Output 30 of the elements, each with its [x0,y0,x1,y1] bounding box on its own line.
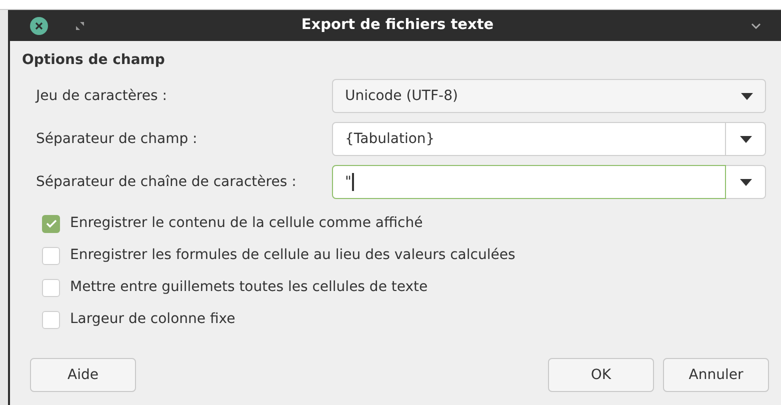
text-cursor [352,173,354,191]
combo-input-field[interactable]: " [332,165,726,199]
checkmark-icon [46,219,56,228]
dropdown-caret-icon [741,92,753,100]
field-label: Séparateur de champ : [36,130,198,148]
close-icon [35,22,43,30]
checkbox-label: Enregistrer les formules de cellule au lieu des valeurs calculées [70,246,516,265]
dialog-button[interactable]: Annuler [663,358,769,392]
field-label: Séparateur de chaîne de caractères : [36,172,298,192]
dropdown-caret-icon [740,136,752,142]
dropdown-select[interactable]: Unicode (UTF-8) [332,79,766,113]
checkbox[interactable] [42,310,60,328]
checkbox-label: Mettre entre guillemets toutes les cellules de texte [70,278,428,297]
window-title: Export de fichiers texte [301,16,494,35]
checkbox[interactable] [42,214,60,232]
dropdown-button[interactable] [726,165,766,199]
checkbox[interactable] [42,246,60,264]
checkbox-label: Largeur de colonne fixe [70,310,236,329]
dialog-button[interactable]: OK [548,358,654,392]
dropdown-caret-icon [740,178,752,186]
help-button[interactable]: Aide [30,358,136,392]
field-label: Jeu de caractères : [36,86,168,106]
checkbox[interactable] [42,278,60,296]
chevron-down-icon[interactable] [751,22,761,28]
section-title: Options de champ [22,51,166,70]
restore-icon[interactable] [76,22,84,30]
close-button[interactable] [30,16,48,34]
checkbox-label: Enregistrer le contenu de la cellule comme affiché [70,214,423,233]
combo-input-field[interactable]: {Tabulation} [332,122,726,156]
dropdown-button[interactable] [726,122,766,156]
